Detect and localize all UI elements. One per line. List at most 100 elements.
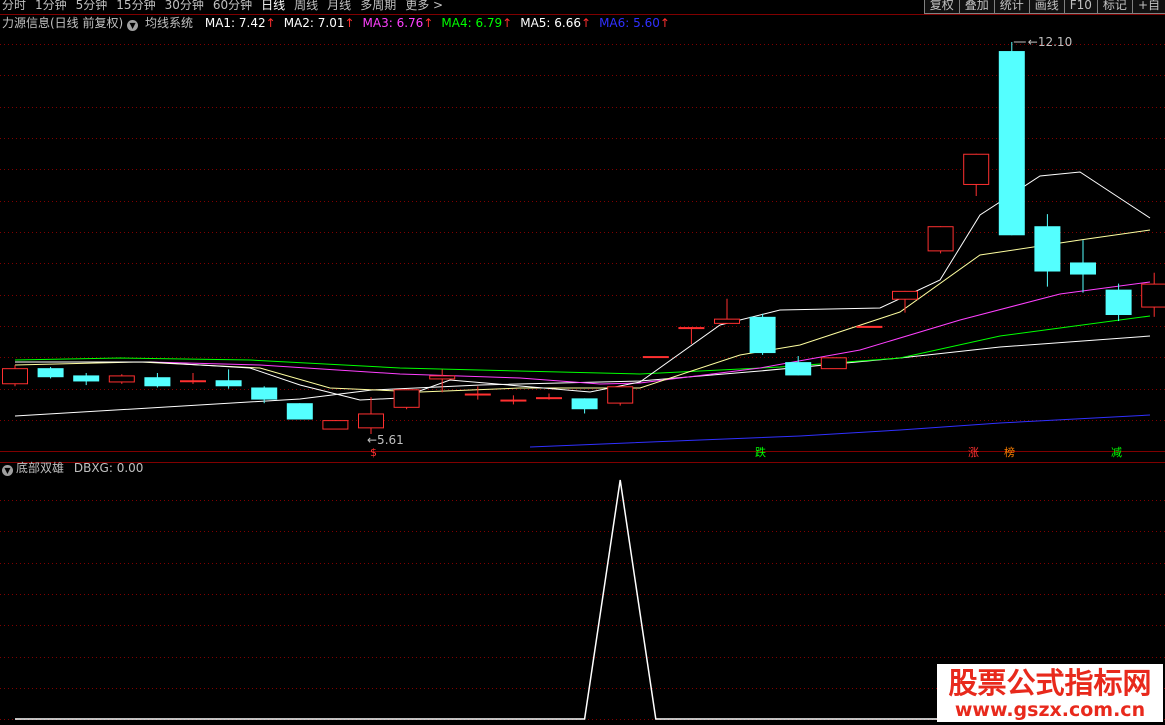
candle-5	[180, 372, 206, 384]
candle-body	[892, 290, 918, 300]
candle-body	[37, 368, 64, 378]
candle-body	[500, 399, 527, 402]
signal-label-1: 跌	[755, 446, 766, 459]
candle-body	[1105, 289, 1132, 316]
candle-0	[2, 365, 28, 387]
candle-29	[1034, 214, 1061, 287]
candle-body	[108, 375, 135, 383]
candle-body	[144, 377, 171, 387]
watermark-url: www.gszx.com.cn	[954, 699, 1146, 721]
ma-value-5: MA5: 6.66↑	[520, 16, 592, 30]
arrow-up-icon: ↑	[423, 16, 434, 30]
candle-2	[73, 372, 100, 386]
candle-body	[642, 356, 669, 359]
indicator-header: ▼ 底部双雄 DBXG: 0.00	[2, 461, 143, 476]
candle-4	[144, 372, 171, 388]
candle-body	[464, 393, 491, 396]
low-price-label: ←5.61	[367, 433, 404, 447]
ma-value-2: MA2: 7.01↑	[283, 16, 355, 30]
candle-11	[393, 389, 420, 410]
watermark-title: 股票公式指标网	[948, 666, 1152, 700]
candle-23	[820, 357, 847, 370]
stock-title[interactable]: 力源信息(日线 前复权)	[2, 16, 123, 30]
candle-body	[429, 375, 456, 380]
candle-body	[820, 357, 847, 370]
candle-15	[536, 393, 562, 400]
main-chart-header: 力源信息(日线 前复权) ▼ 均线系统 MA1: 7.42↑ MA2: 7.01↑ M…	[2, 16, 670, 31]
candle-body	[927, 226, 954, 252]
chart-canvas: ←12.10 ←5.61	[0, 14, 1165, 720]
candle-28	[998, 42, 1025, 236]
arrow-up-icon: ↑	[581, 16, 592, 30]
arrow-up-icon: ↑	[344, 16, 355, 30]
candle-body	[2, 368, 28, 385]
candle-body	[678, 327, 705, 330]
candle-24	[856, 325, 883, 328]
ma6-line	[529, 414, 1151, 448]
candle-body	[607, 386, 634, 404]
candle-body	[856, 325, 883, 328]
ma1-line	[15, 171, 1151, 401]
candle-body	[286, 403, 313, 420]
arrow-up-icon: ↑	[659, 16, 670, 30]
candle-21	[749, 313, 776, 355]
candle-31	[1105, 283, 1132, 322]
candle-26	[927, 226, 954, 254]
candle-body	[571, 398, 598, 410]
candle-27	[963, 153, 990, 197]
ma-value-3: MA3: 6.76↑	[362, 16, 434, 30]
ma-values: MA1: 7.42↑ MA2: 7.01↑ MA3: 6.76↑ MA4: 6.79↑…	[197, 16, 670, 30]
candle-32	[1141, 272, 1165, 317]
candle-9	[322, 420, 349, 430]
signal-label-2: 涨	[968, 446, 979, 459]
candle-18	[642, 356, 669, 359]
ma-value-1: MA1: 7.42↑	[204, 16, 276, 30]
signal-label-0: $	[370, 446, 377, 459]
signal-label-4: 减	[1111, 446, 1122, 459]
indicator-system-name[interactable]: 均线系统	[145, 16, 193, 30]
candle-6	[215, 369, 242, 389]
candle-20	[714, 298, 740, 324]
candle-30	[1070, 240, 1096, 293]
candle-body	[215, 380, 242, 387]
candle-body	[393, 389, 420, 408]
candle-body	[1034, 226, 1061, 272]
indicator-name[interactable]: 底部双雄	[16, 461, 64, 475]
candle-19	[678, 327, 705, 345]
candle-body	[714, 318, 740, 324]
ma2-line	[14, 229, 1151, 393]
candle-body	[180, 380, 206, 383]
candle-body	[785, 362, 812, 376]
indicator-value: DBXG: 0.00	[73, 461, 144, 475]
watermark-logo: 股票公式指标网 www.gszx.com.cn	[937, 664, 1163, 722]
candle-body	[1070, 262, 1096, 275]
candle-16	[571, 398, 598, 414]
candle-body	[251, 387, 278, 400]
candlesticks	[2, 42, 1165, 434]
candle-body	[322, 420, 349, 430]
candle-body	[998, 51, 1025, 236]
ma-value-6: MA6: 5.60↑	[599, 16, 670, 30]
candle-13	[464, 386, 491, 400]
candle-body	[963, 153, 990, 185]
candle-body	[1141, 283, 1165, 308]
ma4-line	[14, 315, 1151, 375]
ma3-line	[15, 281, 1151, 385]
chevron-down-icon[interactable]: ▼	[127, 20, 139, 31]
candle-body	[536, 397, 562, 400]
arrow-up-icon: ↑	[502, 16, 513, 30]
candle-1	[37, 366, 64, 379]
grid-lines	[0, 14, 1165, 720]
candle-14	[500, 395, 527, 405]
chevron-down-icon[interactable]: ▼	[2, 465, 13, 476]
candle-body	[358, 413, 384, 429]
arrow-up-icon: ↑	[265, 16, 276, 30]
signal-label-3: 榜	[1004, 446, 1015, 459]
candle-17	[607, 386, 634, 406]
ma-value-4: MA4: 6.79↑	[441, 16, 513, 30]
candle-body	[73, 375, 100, 382]
candle-8	[286, 403, 313, 420]
candle-10	[358, 397, 384, 434]
high-price-label: ←12.10	[1028, 35, 1072, 49]
candle-body	[749, 316, 776, 354]
